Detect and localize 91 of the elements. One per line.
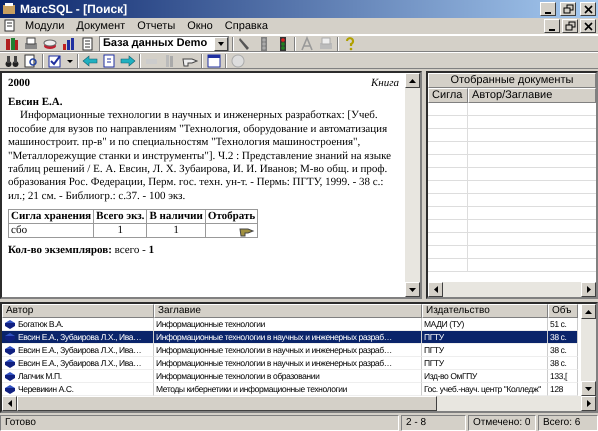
font-icon[interactable] [299, 36, 315, 52]
minimize-button[interactable] [544, 19, 560, 33]
table-cell: 1 [94, 224, 147, 238]
checkmark-icon[interactable] [47, 52, 63, 68]
database-combo[interactable]: База данных Demo [99, 36, 229, 52]
scroll-right-button[interactable] [581, 396, 596, 411]
menu-item[interactable]: Модули [20, 18, 70, 34]
record-author: Евсин Е.А. [8, 96, 64, 110]
column-header: Отобрать [205, 210, 258, 224]
table-cell[interactable]: Методы кибернетики и информационные технологии [156, 383, 347, 395]
up-arrow-icon [408, 76, 417, 84]
table-cell[interactable]: 133,[ [550, 370, 567, 382]
column-header: В наличии [146, 210, 206, 224]
table-cell[interactable]: Евсин Е.А., Зубаирова Л.Х., Ива… [18, 344, 142, 356]
close-icon [582, 4, 594, 14]
table-cell[interactable]: Информационные технологии [156, 318, 265, 330]
scroll-up-button[interactable] [405, 73, 420, 88]
menu-item[interactable]: Справка [220, 18, 273, 34]
table-cell[interactable]: ПГТУ [424, 331, 444, 343]
table-cell: 1 [146, 224, 206, 238]
restore-button[interactable] [560, 2, 576, 16]
right-arrow-icon [584, 285, 592, 294]
window-title: MarcSQL - [Поиск] [20, 1, 128, 18]
status-text: Отмечено: 0 [468, 415, 536, 431]
bar-chart-icon[interactable] [61, 36, 77, 52]
menu-item[interactable]: Отчеты [132, 18, 180, 34]
status-text: 2 - 8 [401, 415, 466, 431]
up-arrow-icon [584, 308, 593, 316]
table-cell[interactable]: МАДИ (ТУ) [424, 318, 464, 330]
restore-icon [562, 4, 574, 14]
printer-icon[interactable] [23, 36, 39, 52]
minimize-icon [545, 12, 551, 14]
column-header: Всего экз. [94, 210, 147, 224]
record-year: 2000 [8, 77, 30, 90]
column-header: Заглавие [154, 304, 422, 318]
scroll-left-button[interactable] [2, 396, 17, 411]
close-icon [582, 20, 594, 32]
minimize-button[interactable] [540, 2, 556, 16]
search-icon[interactable] [23, 52, 39, 68]
document-icon[interactable] [101, 52, 117, 68]
scroll-left-button[interactable] [428, 282, 443, 297]
table-cell[interactable]: Лапчик М.П. [18, 370, 62, 382]
table-cell[interactable]: 51 с. [550, 318, 566, 330]
down-arrow-icon [408, 286, 417, 294]
close-button[interactable] [580, 19, 596, 33]
caret-icon [217, 40, 225, 48]
restore-icon [564, 20, 576, 32]
scroll-down-button[interactable] [581, 381, 596, 396]
down-arrow-icon [584, 384, 593, 392]
close-button[interactable] [580, 2, 596, 16]
table-cell[interactable]: Информационные технологии в научных и инженерных разраб… [156, 357, 392, 369]
app-icon [2, 2, 16, 16]
table-cell[interactable]: ПГТУ [424, 344, 444, 356]
table-cell: сбо [8, 224, 94, 238]
left-arrow-icon[interactable] [82, 52, 98, 68]
minimize-icon [549, 28, 555, 30]
window-icon[interactable] [206, 52, 222, 68]
scroll-up-button[interactable] [581, 304, 596, 319]
table-cell[interactable]: ПГТУ [424, 357, 444, 369]
table-cell[interactable]: 128 [550, 383, 563, 395]
scroll-right-button[interactable] [581, 282, 596, 297]
table-cell[interactable]: Изд-во ОмГПУ [424, 370, 477, 382]
table-cell[interactable]: Богатюк В.А. [18, 318, 64, 330]
table-cell[interactable]: Информационные технологии в образовании [156, 370, 320, 382]
table-cell[interactable]: Евсин Е.А., Зубаирова Л.Х., Ива… [18, 357, 142, 369]
status-text: Всего: 6 [538, 415, 598, 431]
column-header: Автор [2, 304, 154, 318]
record-description: Информационные технологии в научных и инженерных разработках: [Учеб. пособие для вузов по направлениям "Технология, оборудование и автоматизация машиностроит. пр-в" и по специальностям "Технология машиностроения", "Металлорежущие станки и инструменты"]. Ч.2 : Представление знаний на языке таблиц решений / Е. А. Евсин, Л. Х. Зубаирова, И. И. Иванов; М-во общ. и проф. образования Рос. Федерации, Перм. гос. техн. ун-т. - Пермь: ПГТУ, 1999. - 38 с.: ил.; 21 см. - Библиогр.: с.37. - 100 экз. [8, 109, 392, 204]
table-cell[interactable]: 38 с. [550, 344, 566, 356]
right-arrow-icon [584, 399, 592, 408]
copies-summary: Кол-во экземпляров: всего - 1 [8, 244, 156, 258]
column-header: Автор/Заглавие [468, 88, 596, 103]
left-arrow-icon [6, 399, 14, 408]
table-cell[interactable]: Гос. учеб.-науч. центр "Колледж" [424, 383, 541, 395]
status-text: Готово [0, 415, 399, 431]
panel-title: Отобранные документы [428, 73, 596, 88]
restore-button[interactable] [562, 19, 578, 33]
table-cell[interactable]: Информационные технологии в научных и инженерных разраб… [156, 344, 392, 356]
record-type: Книга [370, 77, 399, 90]
scroll-down-button[interactable] [405, 282, 420, 297]
left-arrow-icon [432, 285, 440, 294]
column-header: Сигла хранения [8, 210, 94, 224]
column-header: Издательство [422, 304, 548, 318]
menu-item[interactable]: Окно [182, 18, 218, 34]
table-cell[interactable]: Черевикин А.С. [18, 383, 74, 395]
right-arrow-icon[interactable] [120, 52, 136, 68]
table-cell[interactable]: 38 с. [550, 357, 566, 369]
scroll-thumb[interactable] [17, 396, 437, 411]
menu-item[interactable]: Документ [71, 18, 130, 34]
column-header: Объ [548, 304, 578, 318]
column-header: Сигла [428, 88, 468, 103]
